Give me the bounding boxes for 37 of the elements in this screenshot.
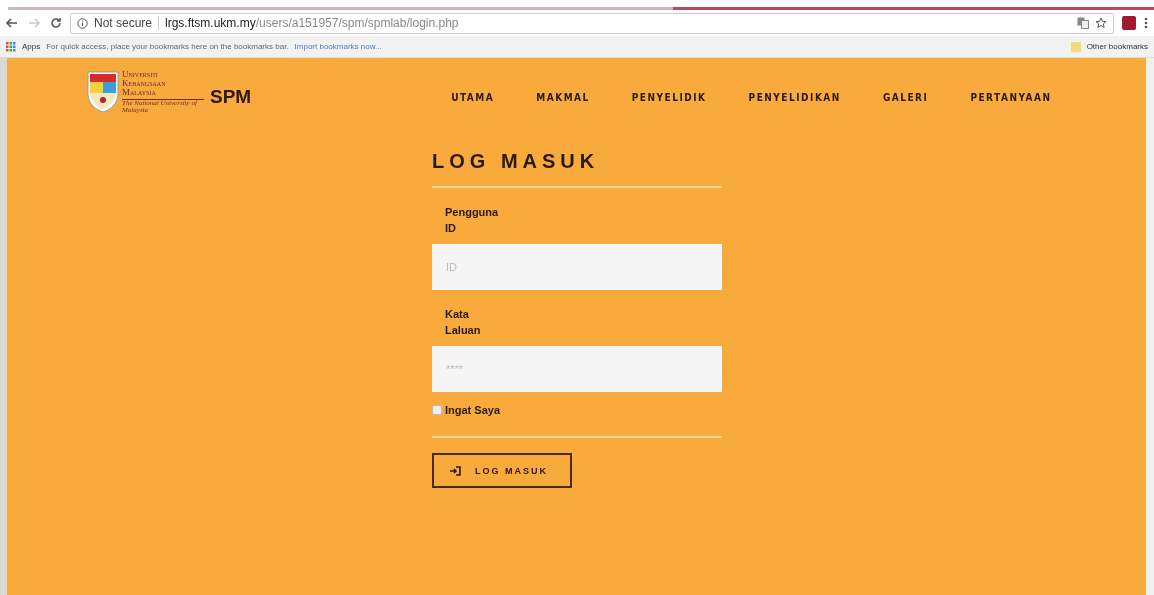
input-field[interactable]: **** (432, 346, 722, 392)
login-icon (450, 465, 461, 476)
nav-link[interactable]: PENYELIDIK (631, 92, 707, 103)
url-host: lrgs.ftsm.ukm.my (165, 16, 256, 30)
back-button[interactable] (6, 16, 20, 30)
bookmarks-hint: For quick access, place your bookmarks here on the bookmarks bar. (46, 42, 289, 51)
nav-link[interactable]: PERTANYAAN (970, 92, 1052, 103)
address-bar[interactable]: Not secure lrgs.ftsm.ukm.my/users/a151957/spm/spmlab/login.php (70, 12, 1114, 34)
logo-text: Malaysia (122, 88, 157, 97)
security-label: Not secure (94, 16, 153, 30)
remember-checkbox[interactable] (432, 405, 442, 415)
url-path: /users/a151957/spm/spmlab/login.php (255, 16, 459, 30)
login-button[interactable]: LOG MASUK (432, 453, 572, 488)
nav-link[interactable]: MAKMAL (536, 92, 590, 103)
nav-link[interactable]: GALERI (882, 92, 929, 103)
folder-icon (1070, 41, 1081, 52)
info-icon (77, 17, 88, 29)
remember-label[interactable]: Ingat Saya (445, 404, 501, 416)
crest-icon (87, 71, 119, 113)
import-bookmarks-link[interactable]: Import bookmarks now... (294, 42, 382, 51)
star-icon[interactable] (1095, 17, 1107, 29)
apps-link[interactable]: Apps (22, 42, 41, 51)
logo-text: Kebangsaan (122, 79, 167, 88)
nav-link[interactable]: UTAMA (451, 92, 495, 103)
reload-icon[interactable] (50, 17, 62, 29)
apps-grid-icon[interactable] (6, 41, 16, 52)
translate-icon[interactable] (1077, 17, 1089, 29)
nav-link[interactable]: PENYELIDIKAN (748, 92, 841, 103)
scrollbar[interactable] (1146, 58, 1154, 595)
logo-text: Universiti (122, 70, 159, 79)
menu-icon[interactable] (1144, 17, 1148, 29)
form-title: LOG MASUK (432, 150, 601, 174)
other-bookmarks[interactable]: Other bookmarks (1086, 42, 1148, 51)
field-label: Kata Laluan (445, 307, 482, 338)
input-field[interactable]: ID (432, 244, 722, 290)
field-label: Pengguna ID (445, 205, 497, 236)
brand-name[interactable]: SPM (210, 86, 252, 108)
